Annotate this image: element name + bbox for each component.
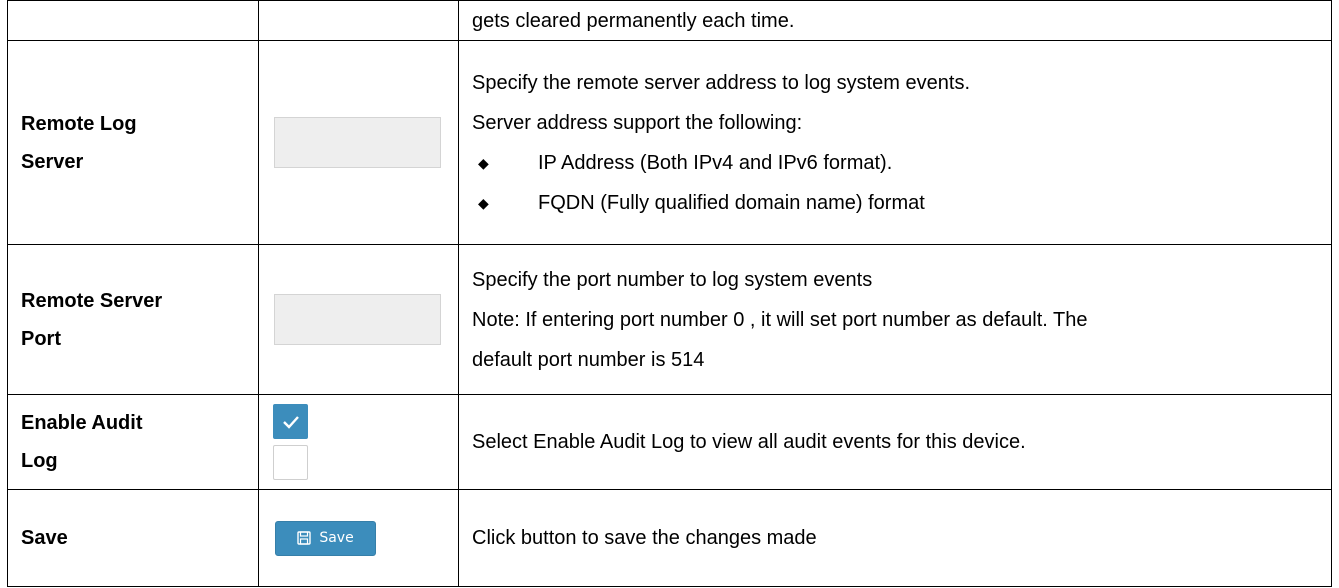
- save-desc: Click button to save the changes made: [472, 527, 817, 549]
- remote-server-port-desc-line1: Specify the port number to log system ev…: [472, 268, 873, 291]
- enable-audit-log-desc: Select Enable Audit Log to view all audi…: [472, 431, 1026, 453]
- cell-continuation-desc: gets cleared permanently each time.: [458, 0, 1332, 41]
- cell-empty-name: [7, 0, 259, 41]
- remote-server-port-input[interactable]: [274, 294, 441, 345]
- cell-remote-log-server-name: Remote Log Server: [7, 40, 259, 245]
- remote-log-server-input[interactable]: [274, 117, 441, 168]
- cell-save-desc: Click button to save the changes made: [458, 489, 1332, 587]
- table-row-save: Save Save Click button to save the chang…: [7, 489, 1332, 587]
- remote-log-server-desc-line1: Specify the remote server address to log…: [472, 71, 970, 94]
- cell-enable-audit-log-control: [258, 394, 459, 490]
- floppy-disk-icon: [297, 531, 312, 545]
- save-button[interactable]: Save: [275, 520, 376, 556]
- diamond-bullet-icon: ◆: [478, 154, 489, 171]
- enable-audit-log-checkbox-checked[interactable]: [273, 404, 308, 439]
- table-row-remote-log-server: Remote Log Server Specify the remote ser…: [7, 40, 1332, 245]
- checkmark-icon: [282, 415, 299, 429]
- table-row-remote-server-port: Remote Server Port Specify the port numb…: [7, 244, 1332, 395]
- bullet-text: IP Address (Both IPv4 and IPv6 format).: [538, 151, 893, 174]
- list-item: ◆ FQDN (Fully qualified domain name) for…: [472, 183, 1331, 223]
- cell-remote-log-server-control: [258, 40, 459, 245]
- diamond-bullet-icon: ◆: [478, 194, 489, 211]
- enable-audit-log-checkbox[interactable]: [273, 445, 308, 480]
- remote-server-port-desc-line2: Note: If entering port number 0 , it wil…: [472, 308, 1088, 331]
- save-button-label: Save: [319, 530, 354, 546]
- settings-table: gets cleared permanently each time. Remo…: [7, 0, 1332, 587]
- bullet-text: FQDN (Fully qualified domain name) forma…: [538, 191, 925, 214]
- remote-log-server-desc-line2: Server address support the following:: [472, 111, 803, 134]
- remote-server-port-label-line2: Port: [21, 327, 61, 350]
- cell-empty-control: [258, 0, 459, 41]
- cell-enable-audit-log-name: Enable Audit Log: [7, 394, 259, 490]
- cell-remote-log-server-desc: Specify the remote server address to log…: [458, 40, 1332, 245]
- table-row-enable-audit-log: Enable Audit Log Select Enable Audit Log…: [7, 394, 1332, 490]
- remote-server-port-label-line1: Remote Server: [21, 289, 163, 312]
- remote-log-server-label-line2: Server: [21, 150, 84, 173]
- cell-enable-audit-log-desc: Select Enable Audit Log to view all audi…: [458, 394, 1332, 490]
- remote-log-server-label-line1: Remote Log: [21, 112, 137, 135]
- save-label: Save: [21, 527, 68, 549]
- cell-remote-server-port-control: [258, 244, 459, 395]
- remote-server-port-desc-line3: default port number is 514: [472, 348, 705, 371]
- cell-remote-server-port-desc: Specify the port number to log system ev…: [458, 244, 1332, 395]
- enable-audit-log-label-line1: Enable Audit: [21, 412, 143, 434]
- cell-remote-server-port-name: Remote Server Port: [7, 244, 259, 395]
- enable-audit-log-label-line2: Log: [21, 450, 58, 472]
- cell-save-name: Save: [7, 489, 259, 587]
- cell-save-control: Save: [258, 489, 459, 587]
- list-item: ◆ IP Address (Both IPv4 and IPv6 format)…: [472, 143, 1331, 183]
- table-row-continuation: gets cleared permanently each time.: [7, 0, 1332, 41]
- continuation-text: gets cleared permanently each time.: [472, 9, 795, 32]
